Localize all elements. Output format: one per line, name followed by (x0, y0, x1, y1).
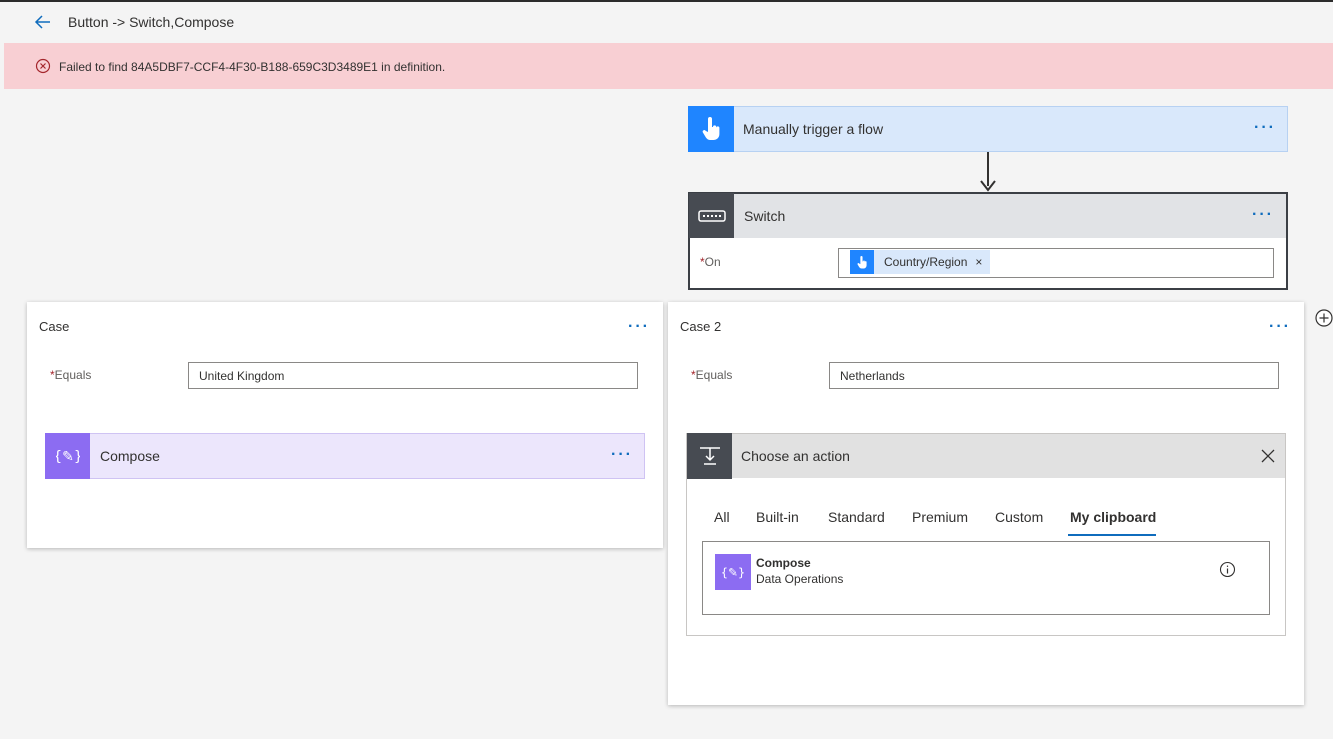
compose-more-button[interactable]: ··· (611, 447, 633, 463)
switch-more-button[interactable]: ··· (1252, 207, 1274, 223)
choose-action-icon (687, 433, 732, 479)
case-2-more-button[interactable]: ··· (1269, 319, 1291, 335)
selected-tab-indicator (1068, 534, 1156, 536)
tab-custom[interactable]: Custom (995, 509, 1043, 525)
tab-standard[interactable]: Standard (828, 509, 885, 525)
svg-text:{✎}: {✎} (56, 449, 80, 465)
touch-hand-icon (688, 106, 734, 152)
result-title[interactable]: Compose (756, 556, 811, 570)
on-label-text: On (704, 255, 721, 269)
case-2-equals-label: *Equals (691, 368, 732, 382)
switch-icon (689, 193, 734, 238)
compose-title: Compose (100, 448, 160, 464)
choose-action-title: Choose an action (741, 448, 850, 464)
case-1-equals-label: *Equals (50, 368, 91, 382)
country-region-token[interactable]: Country/Region × (850, 250, 991, 274)
case-1-equals-input[interactable]: United Kingdom (188, 362, 638, 389)
switch-title: Switch (744, 208, 786, 224)
error-message: Failed to find 84A5DBF7-CCF4-4F30-B188-6… (59, 60, 446, 74)
error-circle-icon (35, 58, 51, 74)
tab-all[interactable]: All (714, 509, 730, 525)
page-title: Button -> Switch,Compose (68, 14, 235, 30)
case-1-title: Case (39, 319, 70, 334)
close-icon[interactable] (1261, 449, 1275, 463)
tab-premium[interactable]: Premium (912, 509, 968, 525)
case-2-equals-input[interactable]: Netherlands (829, 362, 1279, 389)
trigger-more-button[interactable]: ··· (1254, 120, 1276, 136)
info-icon[interactable] (1219, 561, 1236, 578)
add-case-icon[interactable] (1315, 309, 1333, 327)
token-label: Country/Region (884, 255, 968, 269)
equals-label-text: Equals (695, 368, 733, 382)
compose-icon: {✎} (45, 433, 90, 479)
back-arrow-icon[interactable] (33, 12, 53, 32)
tab-my-clipboard[interactable]: My clipboard (1070, 509, 1156, 525)
token-remove-button[interactable]: × (975, 255, 982, 269)
tab-built-in[interactable]: Built-in (756, 509, 799, 525)
touch-hand-icon (850, 250, 874, 274)
case-1-more-button[interactable]: ··· (628, 319, 650, 335)
result-subtitle: Data Operations (756, 572, 844, 586)
case-card-1 (27, 302, 663, 548)
arrow-down-icon (980, 180, 996, 192)
case-2-title: Case 2 (680, 319, 722, 334)
trigger-title: Manually trigger a flow (743, 121, 884, 137)
compose-icon[interactable]: {✎} (715, 554, 751, 590)
equals-label-text: Equals (54, 368, 92, 382)
on-field-label: *On (700, 255, 721, 269)
svg-text:{✎}: {✎} (722, 566, 744, 580)
